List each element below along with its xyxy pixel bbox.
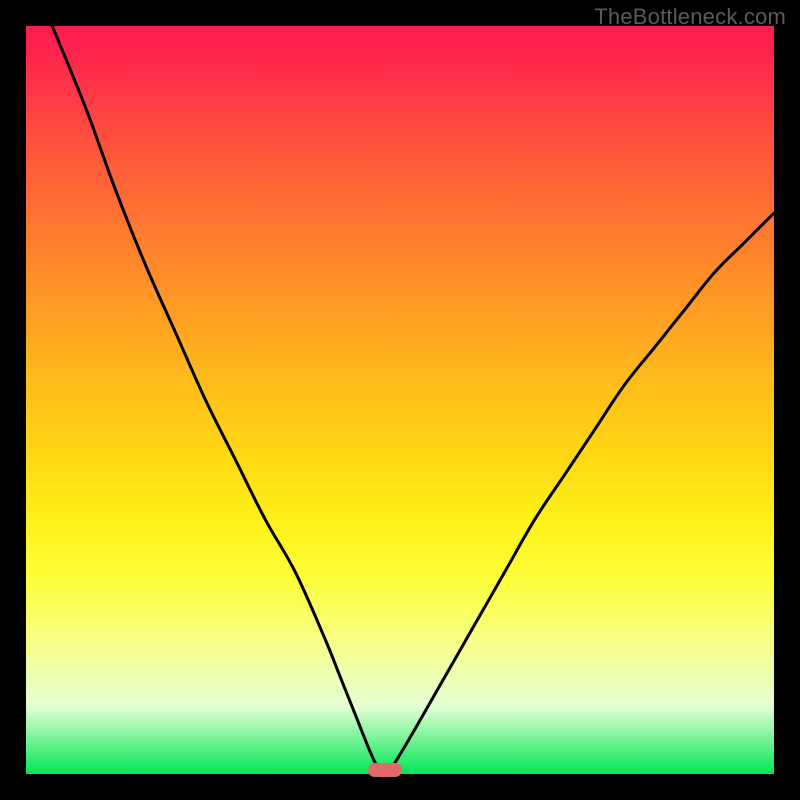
plot-area bbox=[26, 26, 774, 774]
curve-path bbox=[52, 26, 774, 774]
bottleneck-curve bbox=[26, 26, 774, 774]
chart-frame: TheBottleneck.com bbox=[0, 0, 800, 800]
minimum-marker bbox=[368, 763, 402, 777]
